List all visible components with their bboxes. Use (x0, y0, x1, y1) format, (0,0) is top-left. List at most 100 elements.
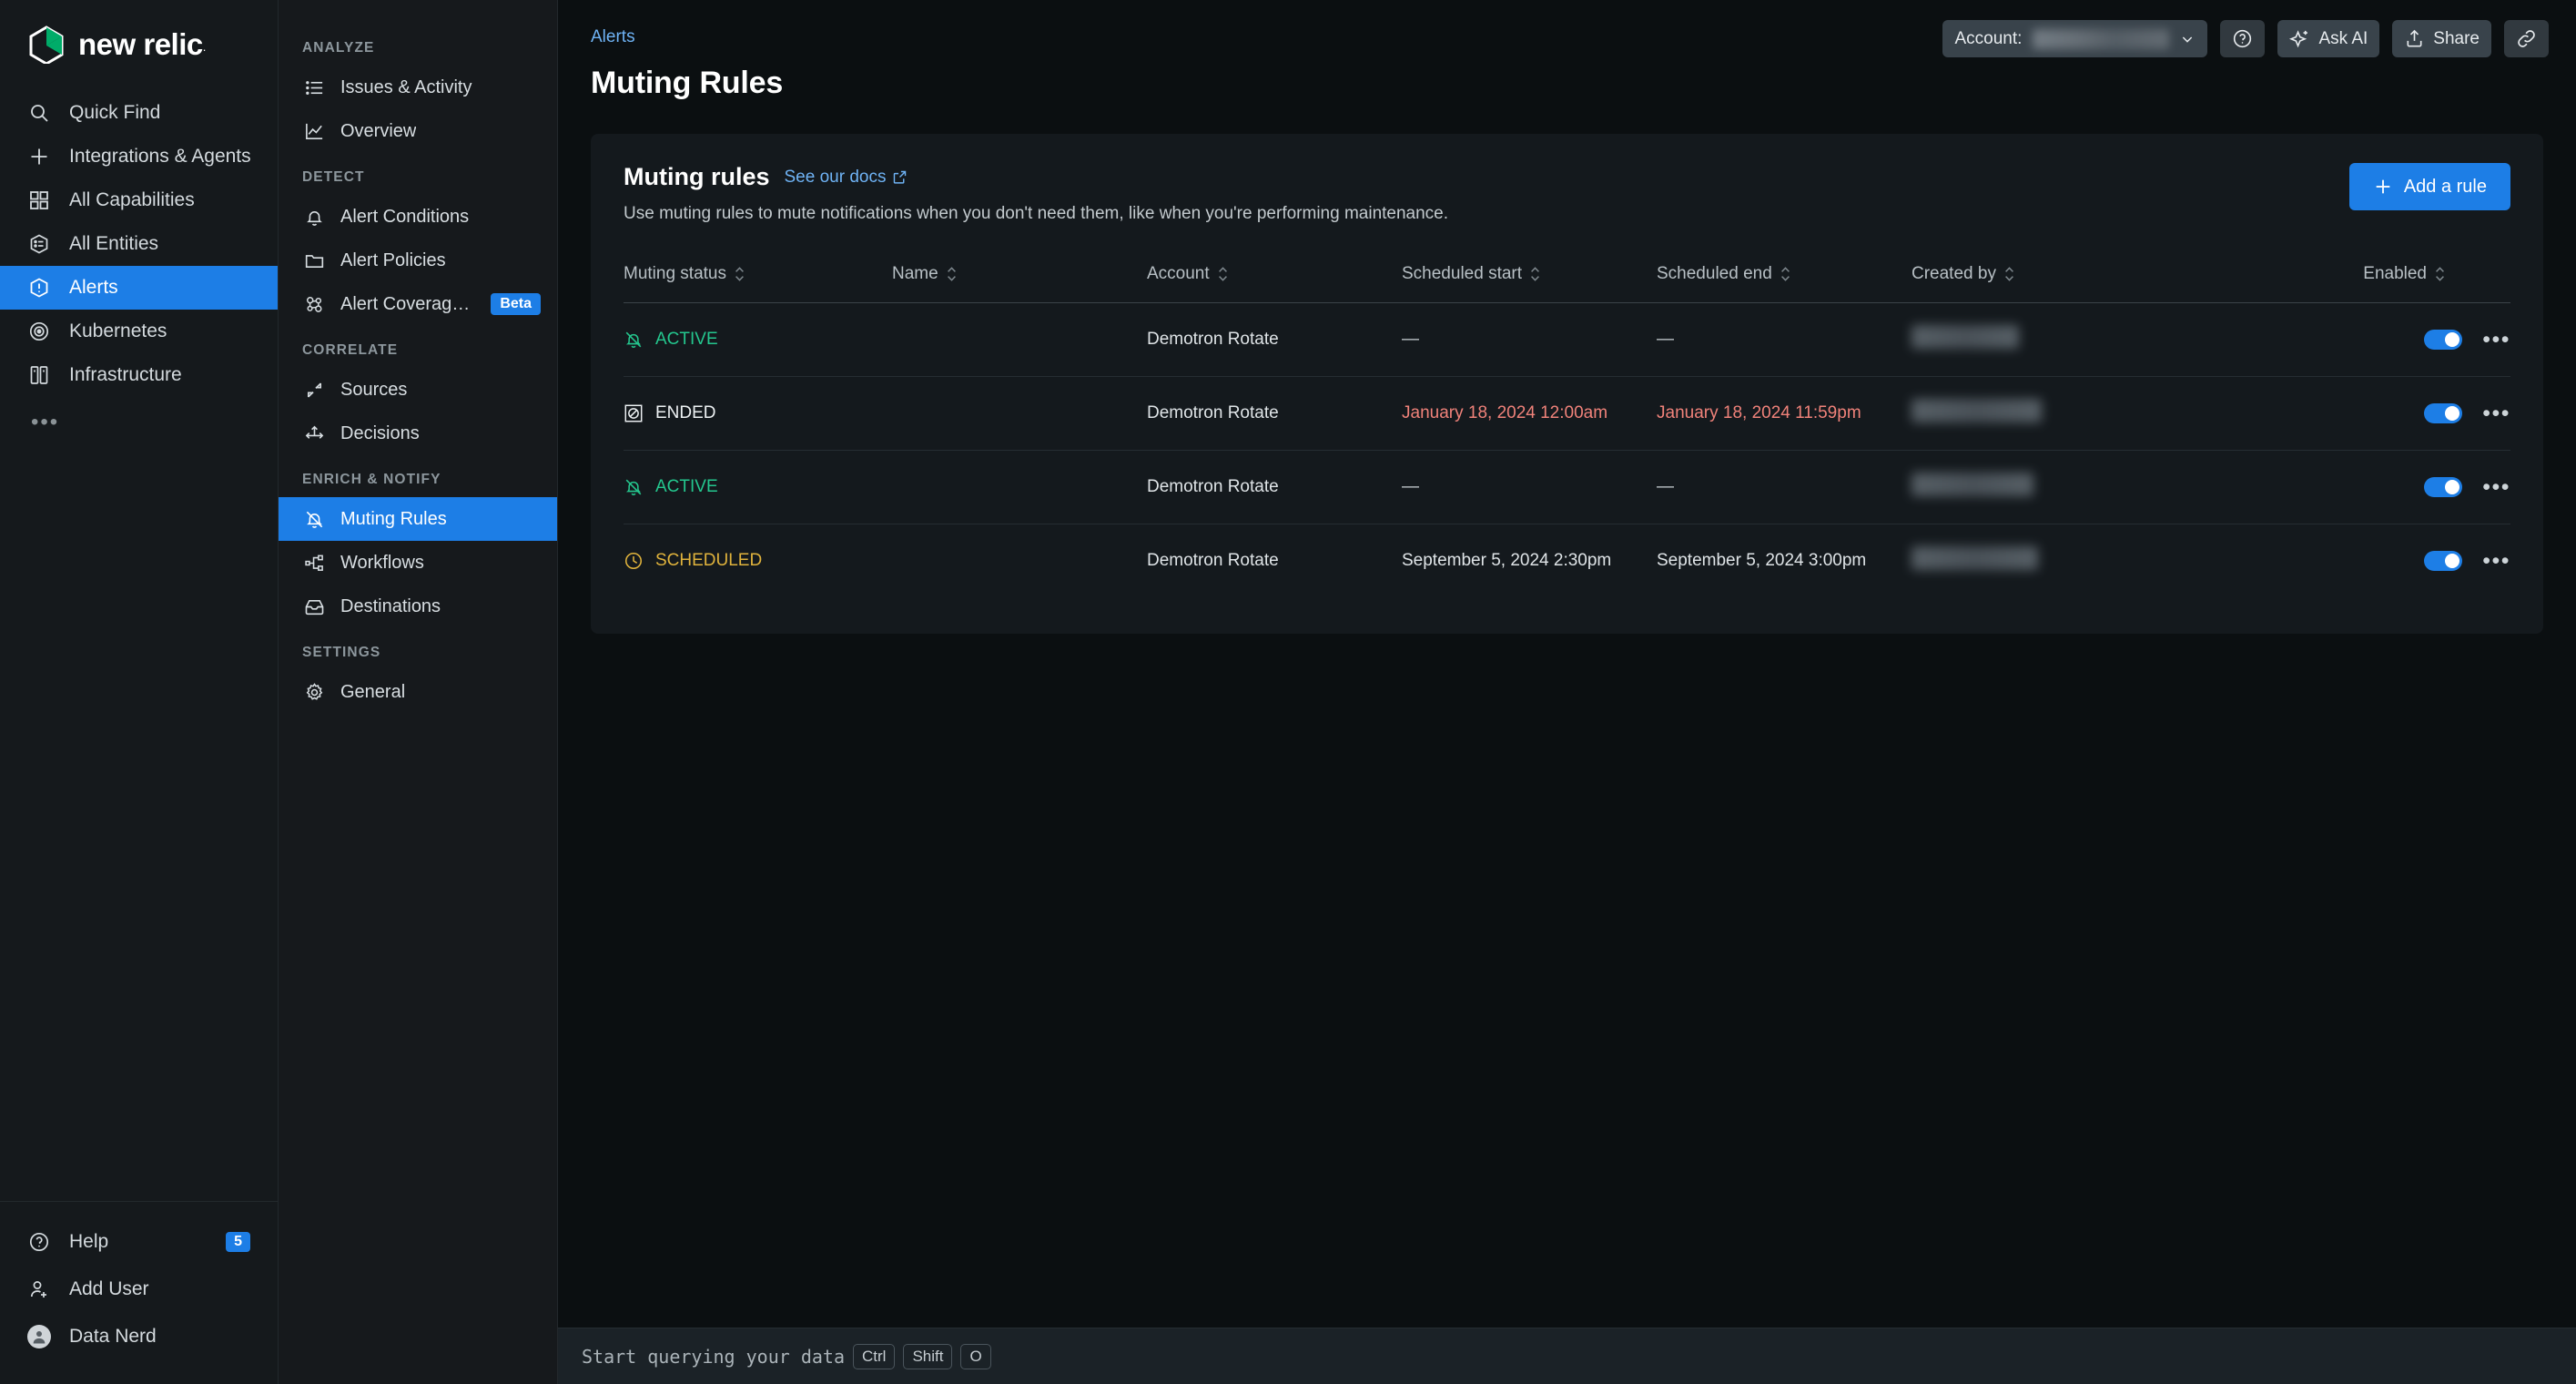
column-header-account[interactable]: Account (1147, 264, 1402, 303)
kbd-shift: Shift (903, 1343, 953, 1369)
query-prompt-text[interactable]: Start querying your data (582, 1346, 845, 1368)
cell-muting-status: ACTIVE (624, 302, 892, 377)
sidebar-more-button[interactable]: ••• (0, 397, 278, 435)
sidebar-item-workflows[interactable]: Workflows (279, 541, 557, 585)
add-a-rule-label: Add a rule (2403, 176, 2487, 197)
page-title: Muting Rules (591, 66, 784, 100)
sidebar-item-alert-conditions[interactable]: Alert Conditions (279, 195, 557, 239)
cell-enabled: ••• (2210, 302, 2510, 377)
sidebar-item-label: Sources (340, 379, 408, 400)
sparkle-icon (2289, 28, 2310, 49)
sidebar-item-all-entities[interactable]: All Entities (0, 222, 278, 266)
row-menu-button[interactable]: ••• (2482, 402, 2510, 425)
account-selector[interactable]: Account: (1942, 20, 2208, 57)
column-header-created-by[interactable]: Created by (1912, 264, 2210, 303)
column-label: Muting status (624, 264, 726, 283)
sidebar-item-alerts[interactable]: Alerts (0, 266, 278, 310)
breadcrumb[interactable]: Alerts (591, 27, 635, 47)
new-relic-logo[interactable]: new relic. (0, 0, 278, 91)
sidebar-item-integrations-agents[interactable]: Integrations & Agents (0, 135, 278, 178)
sidebar-item-label: General (340, 681, 406, 702)
sidebar-item-help[interactable]: Help 5 (0, 1218, 278, 1266)
chevron-down-icon (2180, 32, 2195, 46)
sidebar-item-alert-coverage-gaps[interactable]: Alert Coverage G... Beta (279, 282, 557, 326)
sidebar-item-label: Decisions (340, 422, 420, 443)
account-value: Demotron Rotate (1147, 551, 1279, 570)
status-active-icon (624, 330, 644, 350)
coverage-icon (302, 292, 326, 316)
column-header-scheduled-start[interactable]: Scheduled start (1402, 264, 1657, 303)
sidebar-item-all-capabilities[interactable]: All Capabilities (0, 178, 278, 222)
main-content: Alerts Muting Rules Account: Ask AI Shar… (558, 0, 2576, 1384)
sort-icon (2435, 266, 2445, 282)
cell-account: Demotron Rotate (1147, 450, 1402, 524)
column-header-muting-status[interactable]: Muting status (624, 264, 892, 303)
column-header-scheduled-end[interactable]: Scheduled end (1657, 264, 1912, 303)
table-row[interactable]: ENDED Demotron Rotate January 18, 2024 1… (624, 376, 2510, 451)
folder-icon (302, 249, 326, 272)
app-root: new relic. Quick Find Integrations & Age… (0, 0, 2576, 1384)
column-label: Scheduled start (1402, 264, 1523, 283)
enabled-toggle[interactable] (2424, 403, 2463, 423)
sidebar-item-label: Alert Policies (340, 249, 446, 270)
brand-name: new relic. (78, 27, 206, 61)
copy-link-button[interactable] (2504, 20, 2549, 57)
table-row[interactable]: SCHEDULED Demotron Rotate September 5, 2… (624, 524, 2510, 598)
see-our-docs-link[interactable]: See our docs (785, 168, 908, 188)
cell-scheduled-start: January 18, 2024 12:00am (1402, 376, 1657, 451)
column-header-name[interactable]: Name (892, 264, 1147, 303)
kbd-o: O (960, 1343, 991, 1369)
account-value-redacted (2033, 28, 2170, 49)
scheduled-start-value: January 18, 2024 12:00am (1402, 403, 1608, 422)
cell-enabled: ••• (2210, 450, 2510, 524)
alert-icon (27, 276, 51, 300)
ask-ai-button[interactable]: Ask AI (2277, 20, 2380, 57)
sidebar-item-label: Data Nerd (69, 1326, 157, 1347)
plus-icon (27, 145, 51, 168)
status-badge: ENDED (655, 403, 716, 422)
sidebar-item-user-profile[interactable]: Data Nerd (0, 1313, 278, 1360)
sidebar-item-add-user[interactable]: Add User (0, 1266, 278, 1313)
sidebar-item-label: Integrations & Agents (69, 146, 251, 167)
enabled-toggle[interactable] (2424, 551, 2463, 571)
created-by-redacted (1912, 325, 2019, 349)
row-menu-button[interactable]: ••• (2482, 476, 2510, 499)
account-label: Account: (1954, 28, 2023, 48)
sidebar-item-muting-rules[interactable]: Muting Rules (279, 497, 557, 541)
table-row[interactable]: ACTIVE Demotron Rotate — — ••• (624, 450, 2510, 524)
help-button[interactable] (2220, 20, 2266, 57)
primary-nav-list: Quick Find Integrations & Agents All Cap… (0, 91, 278, 435)
column-label: Account (1147, 264, 1210, 283)
avatar (27, 1325, 51, 1348)
created-by-redacted (1912, 399, 2042, 422)
sidebar-item-decisions[interactable]: Decisions (279, 412, 557, 455)
cell-account: Demotron Rotate (1147, 524, 1402, 598)
sidebar-item-label: Destinations (340, 595, 441, 616)
cell-created-by (1912, 450, 2210, 524)
sidebar-item-label: All Entities (69, 233, 159, 254)
card-description: Use muting rules to mute notifications w… (624, 204, 1449, 223)
share-button[interactable]: Share (2392, 20, 2491, 57)
add-a-rule-button[interactable]: Add a rule (2348, 163, 2510, 210)
enabled-toggle[interactable] (2424, 330, 2463, 350)
sidebar-item-overview[interactable]: Overview (279, 109, 557, 153)
sidebar-item-issues-activity[interactable]: Issues & Activity (279, 66, 557, 109)
sidebar-item-general[interactable]: General (279, 670, 557, 714)
sidebar-item-infrastructure[interactable]: Infrastructure (0, 353, 278, 397)
sidebar-item-quick-find[interactable]: Quick Find (0, 91, 278, 135)
question-circle-icon (2232, 28, 2253, 49)
sidebar-item-label: Alert Coverage G... (340, 293, 476, 314)
enabled-toggle[interactable] (2424, 477, 2463, 497)
row-menu-button[interactable]: ••• (2482, 329, 2510, 351)
sidebar-item-destinations[interactable]: Destinations (279, 585, 557, 628)
cell-created-by (1912, 524, 2210, 598)
column-header-enabled[interactable]: Enabled (2210, 264, 2510, 303)
row-menu-button[interactable]: ••• (2482, 550, 2510, 573)
table-row[interactable]: ACTIVE Demotron Rotate — — ••• (624, 302, 2510, 377)
created-by-redacted (1912, 473, 2033, 496)
sidebar-item-kubernetes[interactable]: Kubernetes (0, 310, 278, 353)
sidebar-item-sources[interactable]: Sources (279, 368, 557, 412)
sidebar-item-label: Infrastructure (69, 364, 182, 385)
decisions-icon (302, 422, 326, 445)
sidebar-item-alert-policies[interactable]: Alert Policies (279, 239, 557, 282)
